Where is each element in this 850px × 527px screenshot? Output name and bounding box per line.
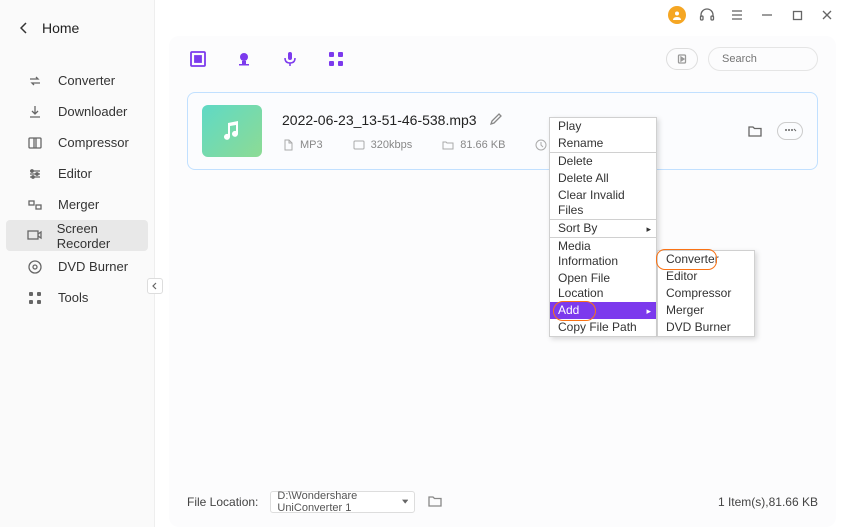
chevron-right-icon: ▸ — [646, 304, 651, 319]
file-thumbnail — [202, 105, 262, 157]
search-input[interactable] — [722, 53, 850, 65]
sidebar-label: DVD Burner — [58, 259, 128, 274]
sidebar-label: Downloader — [58, 104, 127, 119]
sidebar-item-dvd-burner[interactable]: DVD Burner — [6, 251, 148, 282]
sidebar-label: Compressor — [58, 135, 129, 150]
file-location-value: D:\Wondershare UniConverter 1 — [277, 490, 402, 514]
file-location-label: File Location: — [187, 495, 258, 509]
bitrate-icon — [353, 139, 365, 151]
ctx-clear-invalid[interactable]: Clear Invalid Files — [550, 187, 656, 219]
sidebar-items: Converter Downloader Compressor Editor M… — [0, 55, 154, 313]
sub-merger[interactable]: Merger — [658, 302, 754, 319]
sidebar-item-screen-recorder[interactable]: Screen Recorder — [6, 220, 148, 251]
ctx-delete[interactable]: Delete — [550, 153, 656, 170]
merger-icon — [26, 197, 44, 213]
footer-status: 1 Item(s),81.66 KB — [718, 495, 818, 509]
search-box[interactable] — [708, 47, 818, 71]
chevron-right-icon: ▸ — [646, 222, 651, 237]
open-location-folder-icon[interactable] — [427, 493, 443, 512]
grid-icon[interactable] — [325, 48, 347, 70]
panel-toolbar — [169, 36, 836, 82]
collapse-sidebar-button[interactable] — [147, 278, 163, 294]
sub-compressor[interactable]: Compressor — [658, 285, 754, 302]
file-format: MP3 — [300, 139, 323, 151]
sidebar-label: Merger — [58, 197, 99, 212]
queue-play-button[interactable] — [666, 48, 698, 70]
sub-converter[interactable]: Converter — [658, 251, 754, 268]
add-submenu: Converter Editor Compressor Merger DVD B… — [657, 250, 755, 337]
screen-recorder-icon — [26, 228, 43, 244]
file-name: 2022-06-23_13-51-46-538.mp3 — [282, 112, 477, 128]
footer: File Location: D:\Wondershare UniConvert… — [169, 477, 836, 527]
file-location-select[interactable]: D:\Wondershare UniConverter 1 — [270, 491, 415, 513]
sidebar-item-tools[interactable]: Tools — [6, 282, 148, 313]
edit-name-icon[interactable] — [489, 112, 503, 129]
ctx-rename[interactable]: Rename — [550, 135, 656, 152]
ctx-delete-all[interactable]: Delete All — [550, 170, 656, 187]
open-folder-icon[interactable] — [745, 121, 765, 141]
sub-editor[interactable]: Editor — [658, 268, 754, 285]
sidebar-item-converter[interactable]: Converter — [6, 65, 148, 96]
home-label: Home — [42, 20, 79, 36]
file-info: 2022-06-23_13-51-46-538.mp3 MP3 320kbps … — [282, 112, 745, 151]
ctx-sort-by[interactable]: Sort By▸ — [550, 220, 656, 237]
sub-dvd-burner[interactable]: DVD Burner — [658, 319, 754, 336]
chevron-down-icon — [402, 499, 408, 505]
sidebar-label: Editor — [58, 166, 92, 181]
editor-icon — [26, 166, 44, 182]
sidebar-item-merger[interactable]: Merger — [6, 189, 148, 220]
context-menu: Play Rename Delete Delete All Clear Inva… — [549, 117, 657, 337]
home-nav[interactable]: Home — [0, 0, 154, 55]
record-screen-icon[interactable] — [187, 48, 209, 70]
back-icon — [20, 22, 28, 34]
ctx-play[interactable]: Play — [550, 118, 656, 135]
folder-icon — [442, 139, 454, 151]
sidebar-label: Tools — [58, 290, 88, 305]
more-actions-button[interactable] — [777, 122, 803, 140]
ctx-open-location[interactable]: Open File Location — [550, 270, 656, 302]
tools-icon — [26, 290, 44, 306]
file-icon — [282, 139, 294, 151]
clock-icon — [535, 139, 547, 151]
ctx-add[interactable]: Add▸ — [550, 302, 656, 319]
ctx-media-info[interactable]: Media Information — [550, 238, 656, 270]
sidebar-label: Screen Recorder — [57, 221, 148, 251]
sidebar-item-compressor[interactable]: Compressor — [6, 127, 148, 158]
ctx-copy-path[interactable]: Copy File Path — [550, 319, 656, 336]
compressor-icon — [26, 135, 44, 151]
record-audio-icon[interactable] — [279, 48, 301, 70]
file-row[interactable]: 2022-06-23_13-51-46-538.mp3 MP3 320kbps … — [187, 92, 818, 170]
sidebar-item-editor[interactable]: Editor — [6, 158, 148, 189]
sidebar: Home Converter Downloader Compressor Edi… — [0, 0, 155, 527]
converter-icon — [26, 73, 44, 89]
file-size: 81.66 KB — [460, 139, 505, 151]
sidebar-label: Converter — [58, 73, 115, 88]
record-webcam-icon[interactable] — [233, 48, 255, 70]
sidebar-item-downloader[interactable]: Downloader — [6, 96, 148, 127]
downloader-icon — [26, 104, 44, 120]
dvd-burner-icon — [26, 259, 44, 275]
file-bitrate: 320kbps — [371, 139, 413, 151]
